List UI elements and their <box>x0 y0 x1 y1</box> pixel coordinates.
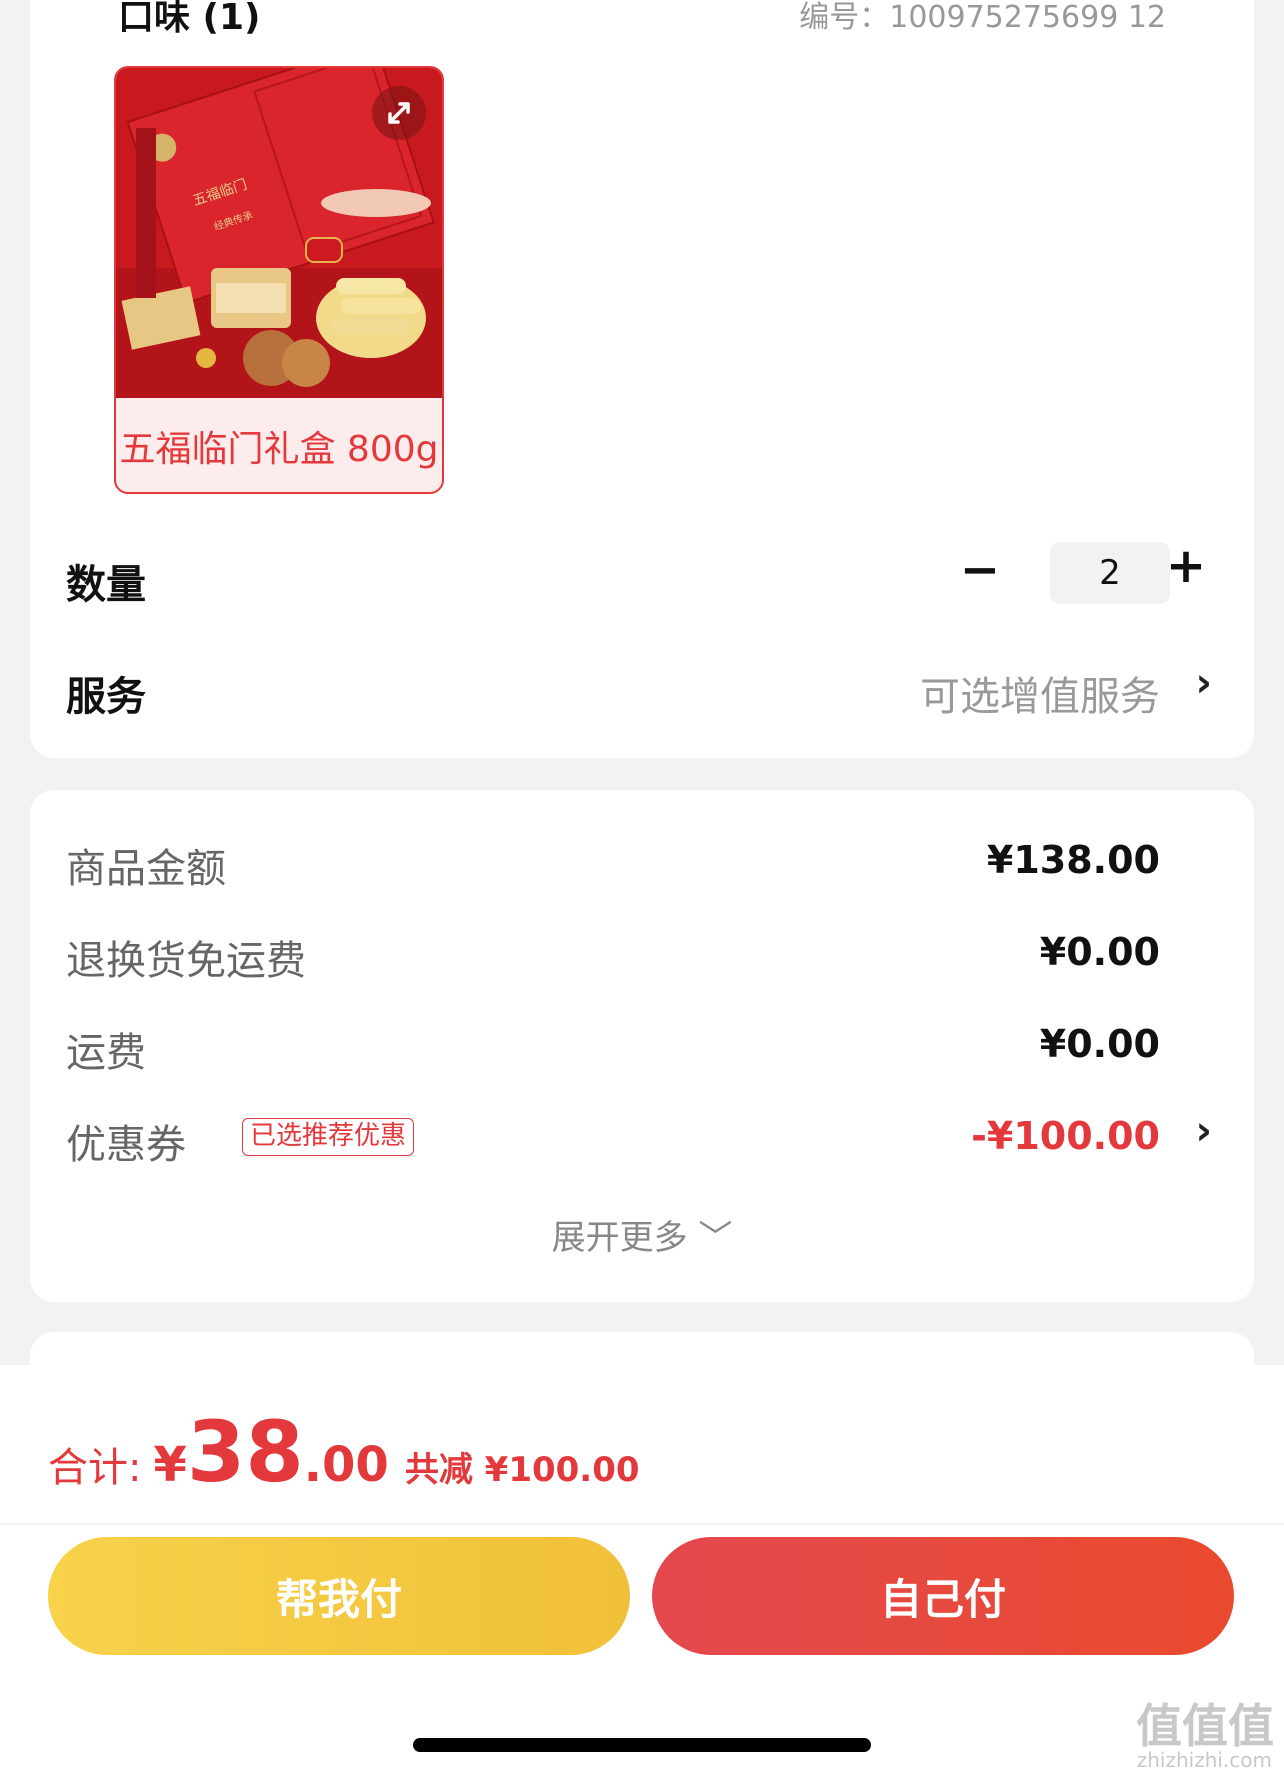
expand-more-toggle[interactable]: 展开更多 ﹀ <box>30 1210 1254 1259</box>
product-option-tile[interactable]: 五福临门 经典传承 五福临门礼盒 800g <box>114 66 444 494</box>
total-label: 合计: <box>48 1445 142 1491</box>
total-saved: 共减 ¥100.00 <box>404 1450 640 1490</box>
shipping-label: 运费 <box>66 1030 146 1076</box>
product-name: 五福临门礼盒 800g <box>119 429 439 470</box>
goods-amount-value: ¥138.00 <box>986 838 1160 882</box>
watermark-url: zhizhizhi.com <box>1136 1748 1272 1772</box>
total-currency: ¥ <box>153 1437 187 1493</box>
expand-icon <box>388 102 410 124</box>
fees-card: 商品金额 ¥138.00 退换货免运费 ¥0.00 运费 ¥0.00 优惠券 已… <box>30 790 1254 1302</box>
service-label: 服务 <box>66 674 146 720</box>
product-spec-card: 口味 (1) 编号：100975275699 12 五福临门 经典传承 五福临门… <box>30 0 1254 758</box>
shipping-value: ¥0.00 <box>1039 1022 1160 1066</box>
home-indicator[interactable] <box>413 1738 871 1752</box>
expand-image-button[interactable] <box>372 86 426 140</box>
coupon-tag-badge: 已选推荐优惠 <box>242 1118 415 1156</box>
total-row: 合计: ¥ 38 .00 共减 ¥100.00 <box>48 1403 640 1501</box>
return-shipping-value: ¥0.00 <box>1039 930 1160 974</box>
divider <box>0 1523 1284 1525</box>
quantity-input[interactable]: 2 <box>1050 542 1170 604</box>
service-option[interactable]: 可选增值服务 <box>920 664 1160 722</box>
service-chevron-icon[interactable]: › <box>1196 660 1212 706</box>
help-pay-button[interactable]: 帮我付 <box>48 1537 630 1655</box>
coupon-value[interactable]: -¥100.00 <box>971 1114 1160 1158</box>
spec-title: 口味 (1) <box>118 0 261 38</box>
total-integer: 38 <box>186 1403 304 1501</box>
quantity-minus-button[interactable]: − <box>950 546 1010 594</box>
watermark-logo: 值值值 <box>1136 1699 1274 1753</box>
quantity-plus-button[interactable]: + <box>1156 542 1216 590</box>
self-pay-button[interactable]: 自己付 <box>652 1537 1234 1655</box>
goods-amount-label: 商品金额 <box>66 846 226 892</box>
coupon-chevron-icon[interactable]: › <box>1196 1108 1212 1154</box>
product-code: 编号：100975275699 12 <box>799 0 1166 35</box>
quantity-label: 数量 <box>66 562 146 608</box>
total-decimal: .00 <box>303 1437 389 1493</box>
coupon-label: 优惠券 <box>66 1122 186 1168</box>
return-shipping-label: 退换货免运费 <box>66 938 306 984</box>
